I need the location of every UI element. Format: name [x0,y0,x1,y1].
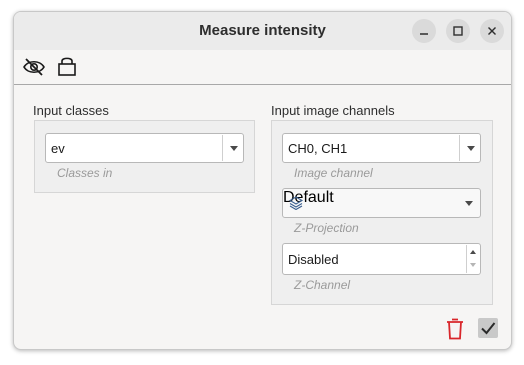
toolbar-divider [14,84,511,85]
maximize-button[interactable] [446,19,470,43]
lock-icon [58,57,76,76]
eye-slash-icon [23,58,45,76]
input-classes-group: ev Classes in [34,120,255,193]
measure-intensity-dialog: Measure intensity Input classes ev Class… [13,11,512,350]
minimize-button[interactable] [412,19,436,43]
titlebar: Measure intensity [14,12,511,50]
z-channel-hint: Z-Channel [294,278,351,292]
apply-button[interactable] [478,318,498,338]
classes-in-value: ev [51,141,65,156]
chevron-down-icon [465,201,473,206]
lock-button[interactable] [57,54,77,78]
classes-in-hint: Classes in [57,166,113,180]
chevron-down-icon [230,146,238,151]
spin-down-icon[interactable] [470,263,476,267]
visibility-toggle-button[interactable] [22,56,46,78]
classes-in-combobox[interactable]: ev [45,133,244,163]
trash-icon [447,318,463,340]
z-projection-button[interactable]: Default [282,188,481,218]
layers-icon [289,196,303,210]
toolbar [14,50,511,84]
maximize-icon [453,26,463,36]
input-channels-group: CH0, CH1 Image channel Default Z-Project… [271,120,493,305]
chevron-down-icon [467,146,475,151]
z-projection-hint: Z-Projection [294,221,359,235]
close-button[interactable] [480,19,504,43]
input-classes-label: Input classes [33,103,109,118]
z-channel-spinbox[interactable]: Disabled [282,243,481,275]
check-icon [481,322,496,335]
minimize-icon [420,33,428,35]
close-icon [488,27,496,35]
image-channel-value: CH0, CH1 [288,141,348,156]
input-channels-label: Input image channels [271,103,395,118]
window-title: Measure intensity [199,22,326,39]
image-channel-combobox[interactable]: CH0, CH1 [282,133,481,163]
z-channel-value: Disabled [288,252,339,267]
image-channel-hint: Image channel [294,166,373,180]
delete-button[interactable] [445,318,465,340]
spin-up-icon[interactable] [470,250,476,254]
